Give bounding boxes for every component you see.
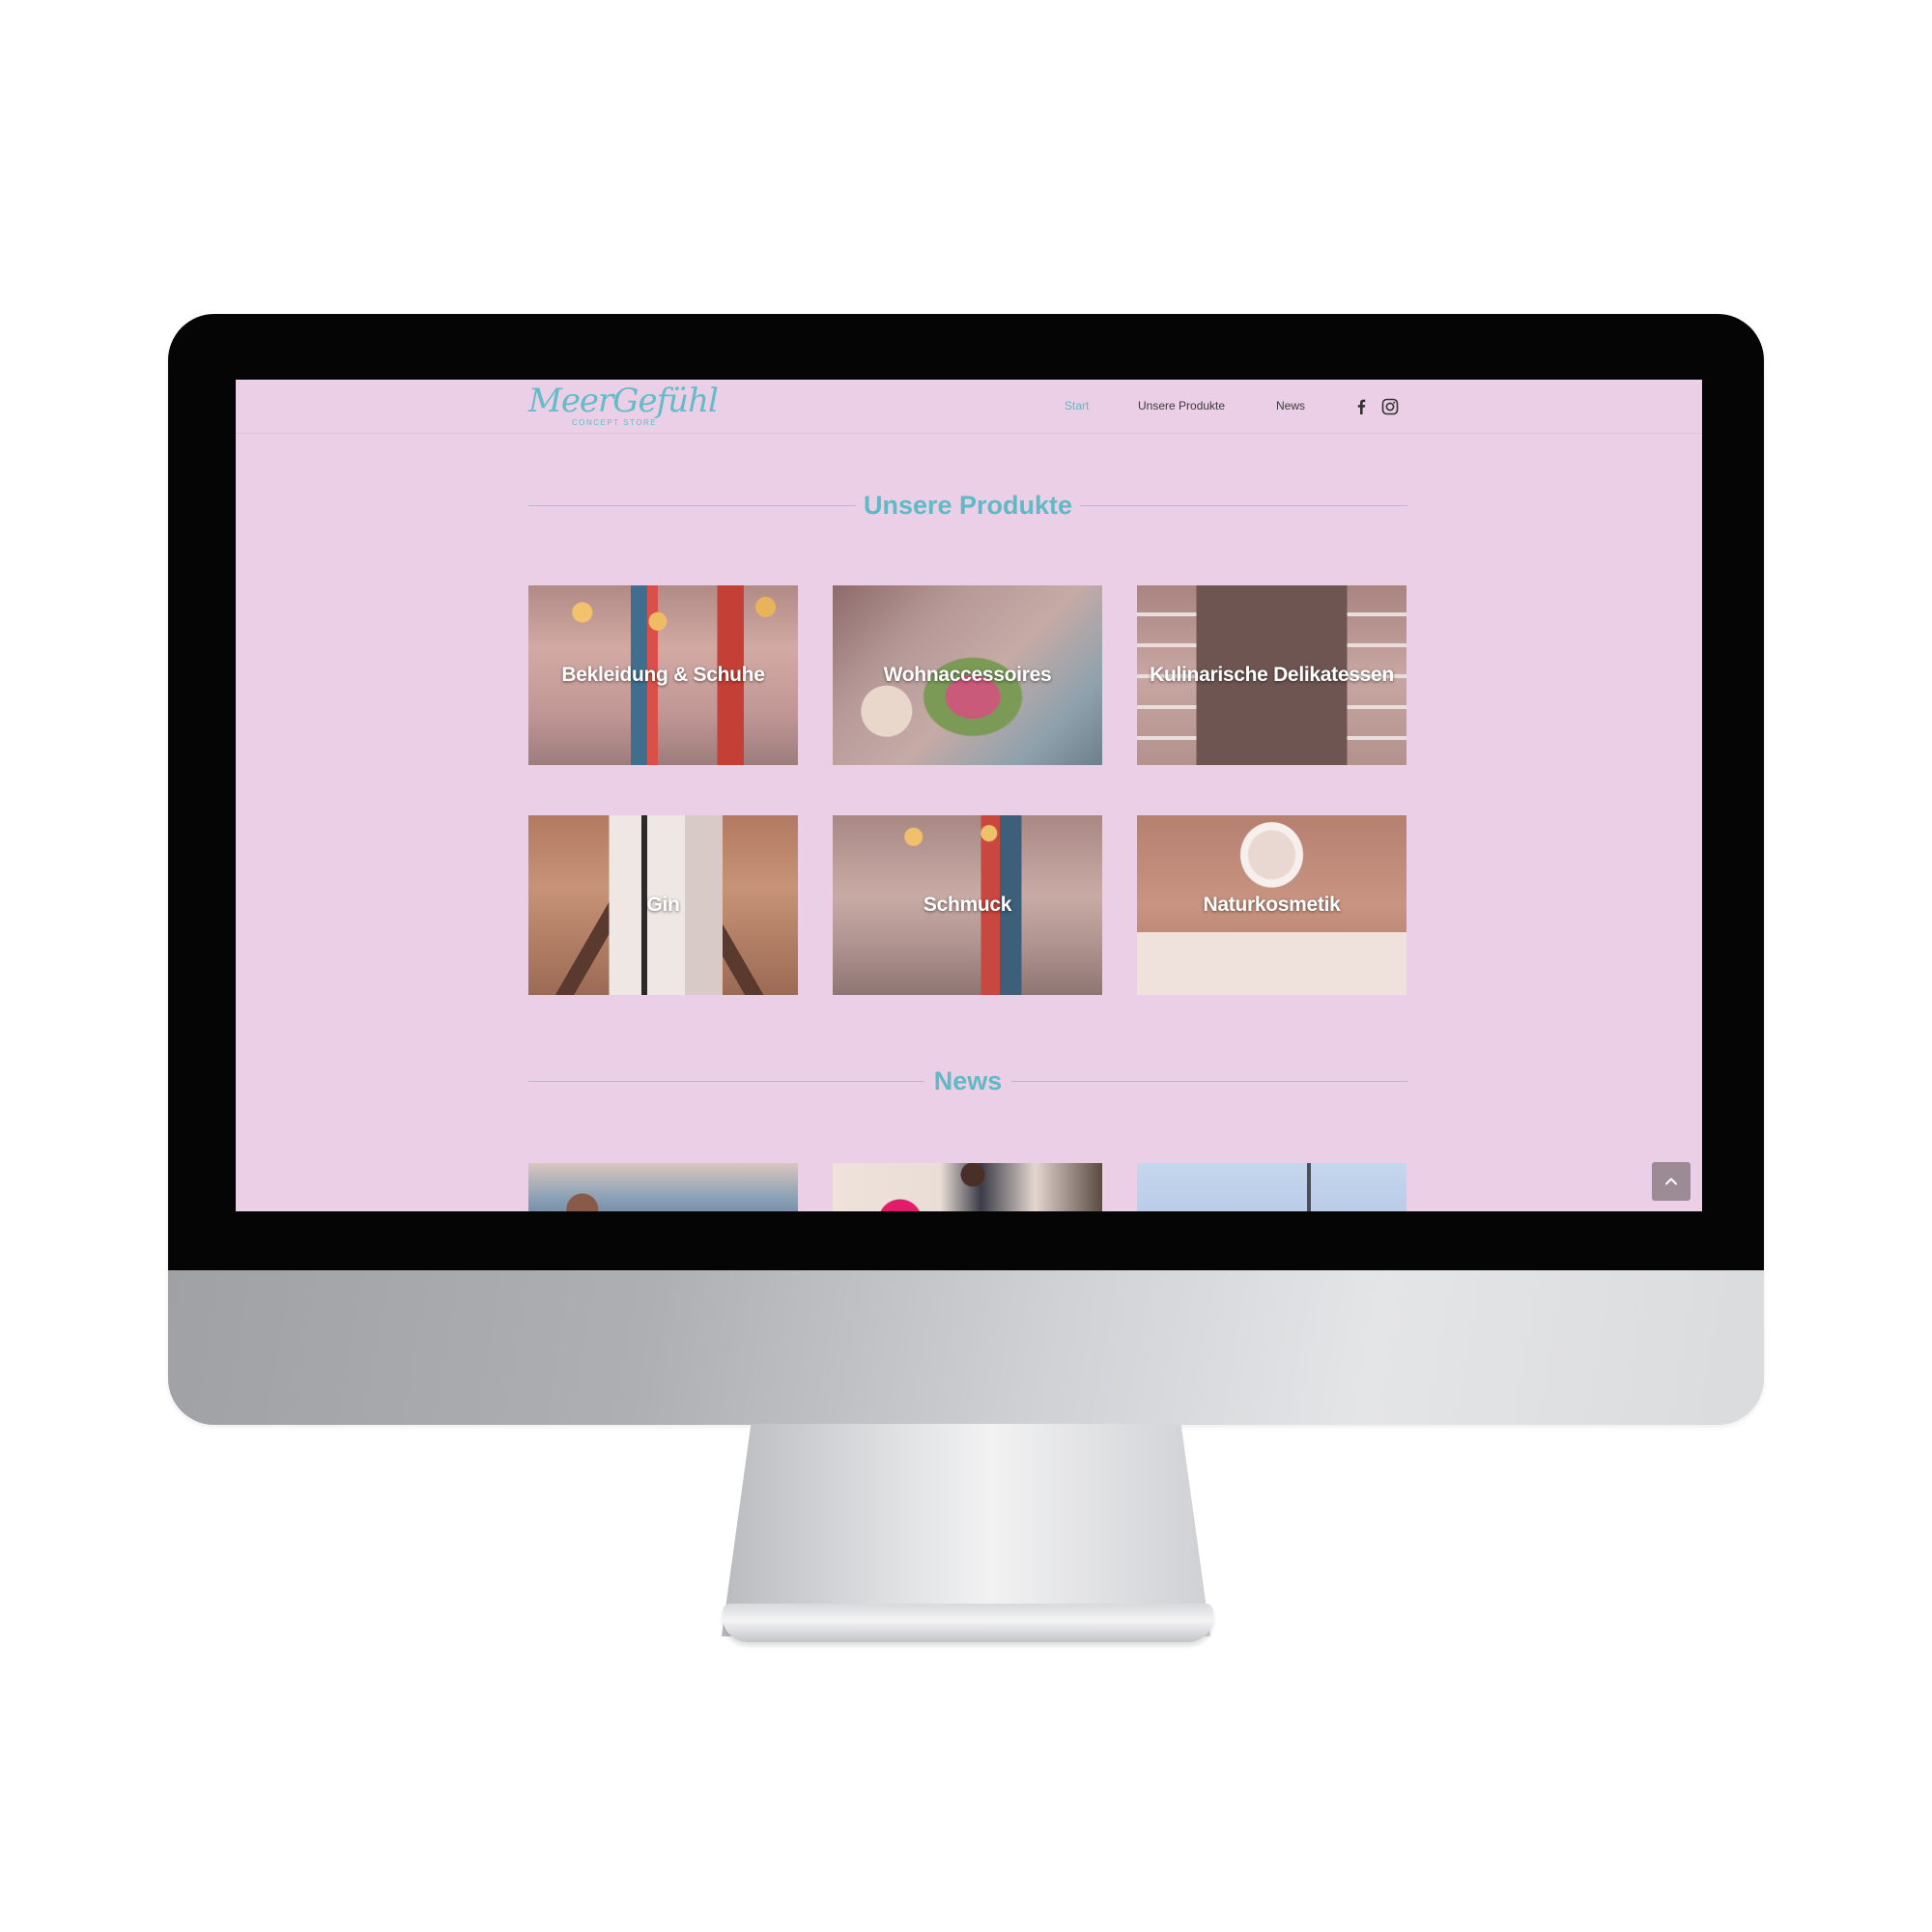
product-label: Gin (646, 894, 680, 916)
nav-news[interactable]: News (1276, 399, 1305, 412)
products-heading: Unsere Produkte (855, 491, 1081, 520)
facebook-icon[interactable] (1350, 396, 1372, 417)
site-logo[interactable]: MeerGefühl CONCEPT STORE (528, 382, 719, 432)
site-header: MeerGefühl CONCEPT STORE Start Unsere Pr… (236, 380, 1702, 434)
product-tile-gin[interactable]: Gin (528, 815, 798, 995)
product-tile-schmuck[interactable]: Schmuck (833, 815, 1102, 995)
nav-unsere-produkte[interactable]: Unsere Produkte (1138, 399, 1225, 412)
product-tile-bekleidung[interactable]: Bekleidung & Schuhe (528, 585, 798, 765)
product-label: Bekleidung & Schuhe (561, 664, 765, 686)
product-label: Wohnaccessoires (883, 664, 1052, 686)
product-label: Schmuck (923, 894, 1012, 916)
scroll-to-top-button[interactable] (1652, 1162, 1690, 1201)
product-label: Naturkosmetik (1203, 894, 1341, 916)
website-screen: MeerGefühl CONCEPT STORE Start Unsere Pr… (236, 380, 1702, 1211)
nav-start[interactable]: Start (1065, 399, 1089, 412)
logo-script-text: MeerGefühl (528, 382, 719, 420)
section-title-products: Unsere Produkte (528, 489, 1407, 522)
news-heading: News (925, 1066, 1010, 1095)
news-thumbnail[interactable] (528, 1163, 798, 1211)
instagram-icon[interactable] (1379, 396, 1401, 417)
product-tile-naturkosmetik[interactable]: Naturkosmetik (1137, 815, 1406, 995)
chevron-up-icon (1665, 1178, 1677, 1185)
news-thumbnail[interactable] (1137, 1163, 1406, 1211)
news-thumbnail[interactable] (833, 1163, 1102, 1211)
product-tile-delikatessen[interactable]: Kulinarische Delikatessen (1137, 585, 1406, 765)
product-label: Kulinarische Delikatessen (1150, 664, 1394, 686)
section-title-news: News (528, 1065, 1407, 1097)
logo-subtitle: CONCEPT STORE (572, 418, 658, 427)
monitor-chin (168, 1270, 1764, 1425)
product-tile-wohnaccessoires[interactable]: Wohnaccessoires (833, 585, 1102, 765)
monitor-stand-base (723, 1604, 1213, 1642)
